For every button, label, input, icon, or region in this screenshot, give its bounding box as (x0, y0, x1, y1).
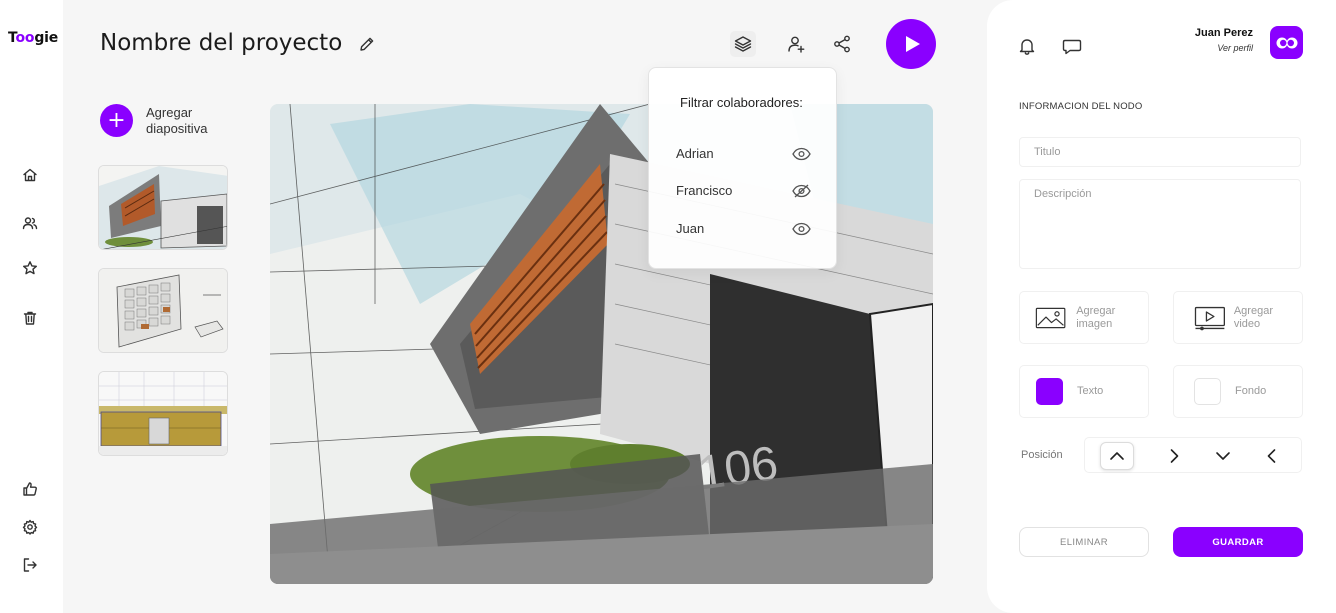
text-color-label: Texto (1077, 385, 1104, 397)
title-input[interactable] (1019, 137, 1301, 167)
avatar-logo-icon (1276, 37, 1297, 48)
position-label: Posición (1021, 449, 1063, 461)
sketch-building-image (99, 166, 227, 249)
share-icon[interactable] (829, 31, 855, 57)
eye-icon[interactable] (792, 222, 811, 236)
description-input[interactable] (1019, 179, 1301, 269)
bell-icon[interactable] (1018, 37, 1036, 60)
trash-icon[interactable] (20, 308, 40, 328)
popover-title: Filtrar colaboradores: (680, 95, 803, 110)
save-button[interactable]: GUARDAR (1173, 527, 1303, 557)
add-user-icon[interactable] (783, 31, 809, 57)
collaborator-name: Adrian (676, 146, 714, 161)
plus-icon: + (100, 104, 133, 137)
add-video-label: Agregar video (1233, 304, 1273, 330)
layers-icon[interactable] (730, 31, 756, 57)
thumbs-up-icon[interactable] (20, 479, 40, 499)
chevron-left-icon (1267, 449, 1276, 463)
image-icon (1035, 307, 1066, 328)
eye-off-icon[interactable] (792, 184, 811, 198)
left-nav: Toogie (0, 0, 63, 613)
slide-thumbnail[interactable] (98, 371, 228, 456)
gear-icon[interactable] (20, 517, 40, 537)
position-up-button[interactable] (1100, 442, 1134, 470)
sketch-kitchen-image (99, 372, 227, 455)
add-slide-label: Agregar diapositiva (146, 104, 208, 136)
slide-thumbnail[interactable] (98, 165, 228, 250)
chevron-right-icon (1170, 449, 1179, 463)
star-icon[interactable] (20, 258, 40, 278)
video-icon (1194, 306, 1225, 330)
add-image-button[interactable]: Agregar imagen (1019, 291, 1149, 344)
background-color-label: Fondo (1235, 385, 1267, 397)
sketch-cabinet-image (99, 269, 227, 352)
position-right-button[interactable] (1157, 442, 1191, 470)
position-down-button[interactable] (1206, 442, 1240, 470)
text-color-picker[interactable]: Texto (1019, 365, 1149, 418)
position-left-button[interactable] (1255, 442, 1289, 470)
users-icon[interactable] (20, 213, 40, 233)
background-color-picker[interactable]: Fondo (1173, 365, 1303, 418)
collaborator-row[interactable]: Francisco (676, 183, 811, 198)
chevron-down-icon (1216, 452, 1230, 460)
add-slide-button[interactable]: + Agregar diapositiva (100, 104, 236, 137)
chat-icon[interactable] (1062, 38, 1082, 61)
collaborator-name: Francisco (676, 183, 733, 198)
user-name: Juan Perez (1194, 27, 1253, 39)
project-title: Nombre del proyecto (100, 30, 343, 56)
eye-icon[interactable] (792, 147, 811, 161)
app-logo: Toogie (8, 30, 59, 46)
view-profile-link[interactable]: Ver perfil (1217, 43, 1253, 53)
position-selector (1084, 437, 1302, 473)
home-icon[interactable] (20, 165, 40, 185)
collaborator-name: Juan (676, 221, 705, 236)
background-color-swatch[interactable] (1194, 378, 1221, 405)
collaborator-row[interactable]: Juan (676, 221, 811, 236)
section-title: INFORMACION DEL NODO (1019, 101, 1143, 112)
node-info-panel: Juan Perez Ver perfil INFORMACION DEL NO… (987, 0, 1336, 613)
add-image-label: Agregar imagen (1076, 304, 1116, 330)
play-button[interactable] (886, 19, 936, 69)
slide-thumbnail[interactable] (98, 268, 228, 353)
text-color-swatch[interactable] (1036, 378, 1063, 405)
chevron-up-icon (1110, 452, 1124, 460)
delete-button[interactable]: ELIMINAR (1019, 527, 1149, 557)
collaborator-row[interactable]: Adrian (676, 146, 811, 161)
edit-title-icon[interactable] (358, 35, 376, 53)
play-icon (905, 36, 920, 52)
avatar[interactable] (1270, 26, 1303, 59)
filter-collaborators-popover: Filtrar colaboradores: Adrian Francisco … (648, 67, 837, 269)
add-video-button[interactable]: Agregar video (1173, 291, 1303, 344)
logout-icon[interactable] (20, 555, 40, 575)
